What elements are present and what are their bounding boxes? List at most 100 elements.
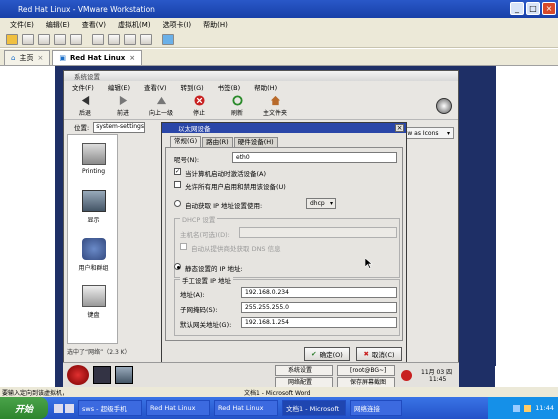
taskbar-item[interactable]: Red Hat Linux	[146, 400, 210, 416]
menu-edit[interactable]: 编辑(E)	[108, 82, 130, 92]
stop-label: 停止	[192, 109, 205, 117]
start-button[interactable]: 开始	[0, 397, 48, 419]
forward-label: 前进	[116, 109, 129, 117]
unity-icon[interactable]	[140, 34, 152, 45]
menu-file[interactable]: 文件(F)	[72, 82, 94, 92]
tab-route[interactable]: 路由(R)	[202, 136, 233, 147]
cursor-icon	[365, 258, 373, 269]
back-button[interactable]: 后退	[72, 95, 98, 117]
home-icon	[270, 95, 280, 105]
menu-file[interactable]: 文件(E)	[10, 20, 34, 30]
refresh-label: 刷新	[230, 109, 243, 117]
tab-close-icon[interactable]: ×	[37, 54, 43, 62]
home-folder-button[interactable]: 主文件夹	[262, 95, 288, 117]
users-groups-item[interactable]: 用户和群组	[68, 238, 119, 272]
close-button[interactable]: ×	[542, 2, 556, 15]
netmask-field[interactable]: 255.255.255.0	[241, 302, 397, 313]
auto-ip-label: 自动获取 IP 地址设置使用:	[185, 202, 263, 210]
cancel-button[interactable]: ✖ 取消(C)	[356, 347, 402, 361]
minimize-button[interactable]: _	[510, 2, 524, 15]
refresh-button[interactable]: 刷新	[224, 94, 250, 117]
guest-desktop-edge	[456, 66, 496, 366]
auto-ip-radio[interactable]	[174, 200, 181, 207]
nautilus-toolbar: 后退 前进 向上一级 停止 刷新 主文件夹	[64, 92, 458, 120]
tab-home[interactable]: ⌂ 主页 ×	[4, 49, 51, 65]
ie-icon[interactable]	[54, 403, 63, 413]
quick-launch	[54, 403, 74, 413]
power-icon[interactable]	[6, 34, 18, 45]
stop-button[interactable]: 停止	[186, 94, 212, 117]
hostname-field[interactable]	[239, 227, 397, 238]
tray-clock: 11:44	[535, 404, 554, 412]
maximize-button[interactable]: □	[526, 2, 540, 15]
forward-button[interactable]: 前进	[110, 95, 136, 117]
display-label: 显示	[87, 217, 100, 224]
dhcp-group-title: DHCP 设置	[180, 214, 218, 224]
nickname-field[interactable]: eth0	[232, 152, 397, 163]
tab-close-icon[interactable]: ×	[129, 54, 135, 62]
network-tray-icon[interactable]	[513, 404, 521, 412]
task-terminal[interactable]: [root@BG~]	[337, 365, 395, 376]
menu-edit[interactable]: 编辑(E)	[46, 20, 70, 30]
fullscreen-icon[interactable]	[124, 34, 136, 45]
console-view-icon[interactable]	[108, 34, 120, 45]
allow-users-checkbox[interactable]	[174, 181, 181, 188]
vmware-menu-bar: 文件(E) 编辑(E) 查看(V) 虚拟机(M) 选项卡(I) 帮助(H)	[0, 18, 558, 32]
ok-button[interactable]: ✔ 确定(O)	[304, 347, 350, 361]
taskbar-item[interactable]: 文档1 - Microsoft	[282, 400, 346, 416]
menu-help[interactable]: 帮助(H)	[203, 20, 228, 30]
menu-go[interactable]: 转到(G)	[181, 82, 204, 92]
quick-switch-icon[interactable]	[162, 34, 174, 45]
tab-red-hat-linux[interactable]: ▣ Red Hat Linux ×	[52, 49, 143, 65]
settings-icon-view: Printing 显示 用户和群组 键盘	[67, 134, 118, 344]
location-input[interactable]: system-settings:///	[93, 121, 146, 133]
display-item[interactable]: 显示	[68, 190, 119, 224]
allow-users-label: 允许所有用户启用和禁用该设备(U)	[185, 183, 286, 191]
manage-snapshot-icon[interactable]	[54, 34, 66, 45]
menu-help[interactable]: 帮助(H)	[254, 82, 277, 92]
panel-date: 11月 03 四	[421, 369, 453, 376]
ok-label: 确定(O)	[319, 351, 343, 359]
volume-tray-icon[interactable]	[524, 404, 532, 412]
auto-dns-checkbox[interactable]	[180, 243, 187, 250]
menu-view[interactable]: 查看(V)	[144, 82, 167, 92]
menu-bookmarks[interactable]: 书签(B)	[218, 82, 241, 92]
auto-method-dropdown[interactable]: dhcp ▾	[306, 198, 336, 209]
gateway-label: 默认网关地址(G):	[180, 321, 232, 329]
keyboard-item[interactable]: 键盘	[68, 285, 119, 319]
static-ip-radio[interactable]	[174, 263, 181, 270]
sidebar-toggle-icon[interactable]	[92, 34, 104, 45]
windows-taskbar: 开始 sws - 超级手机 Red Hat Linux Red Hat Linu…	[0, 397, 558, 419]
address-label: 地址(A):	[180, 291, 205, 299]
forward-arrow-icon	[119, 95, 127, 105]
cancel-label: 取消(C)	[371, 351, 395, 359]
static-ip-label: 静态设置的 IP 地址:	[185, 265, 243, 273]
taskbar-item[interactable]: 网络连接	[350, 400, 402, 416]
desktop-icon[interactable]	[65, 403, 74, 413]
vm-icon: ▣	[59, 53, 66, 62]
address-field[interactable]: 192.168.0.234	[241, 287, 397, 298]
close-icon[interactable]: ×	[395, 124, 404, 132]
activate-on-boot-checkbox[interactable]: ✓	[174, 168, 181, 175]
tab-general[interactable]: 常规(G)	[170, 136, 202, 147]
alert-icon[interactable]	[401, 370, 412, 381]
up-button[interactable]: 向上一级	[148, 95, 174, 117]
menu-vm[interactable]: 虚拟机(M)	[118, 20, 151, 30]
workspace-icon[interactable]	[115, 366, 133, 384]
taskbar-item[interactable]: Red Hat Linux	[214, 400, 278, 416]
menu-view[interactable]: 查看(V)	[82, 20, 106, 30]
printing-item[interactable]: Printing	[68, 143, 119, 175]
taskbar-item[interactable]: sws - 超级手机	[78, 400, 142, 416]
tab-hardware[interactable]: 硬件设备(H)	[233, 136, 278, 147]
menu-tabs[interactable]: 选项卡(I)	[163, 20, 192, 30]
vmware-toolbar	[0, 32, 558, 48]
clone-icon[interactable]	[70, 34, 82, 45]
hostname-label: 主机名(可选)(D):	[180, 231, 230, 239]
task-system-settings[interactable]: 系统设置	[275, 365, 333, 376]
redhat-menu-icon[interactable]	[67, 365, 89, 385]
revert-icon[interactable]	[38, 34, 50, 45]
gateway-field[interactable]: 192.168.1.254	[241, 317, 397, 328]
snapshot-icon[interactable]	[22, 34, 34, 45]
printing-label: Printing	[81, 168, 106, 175]
terminal-icon[interactable]	[93, 366, 111, 384]
